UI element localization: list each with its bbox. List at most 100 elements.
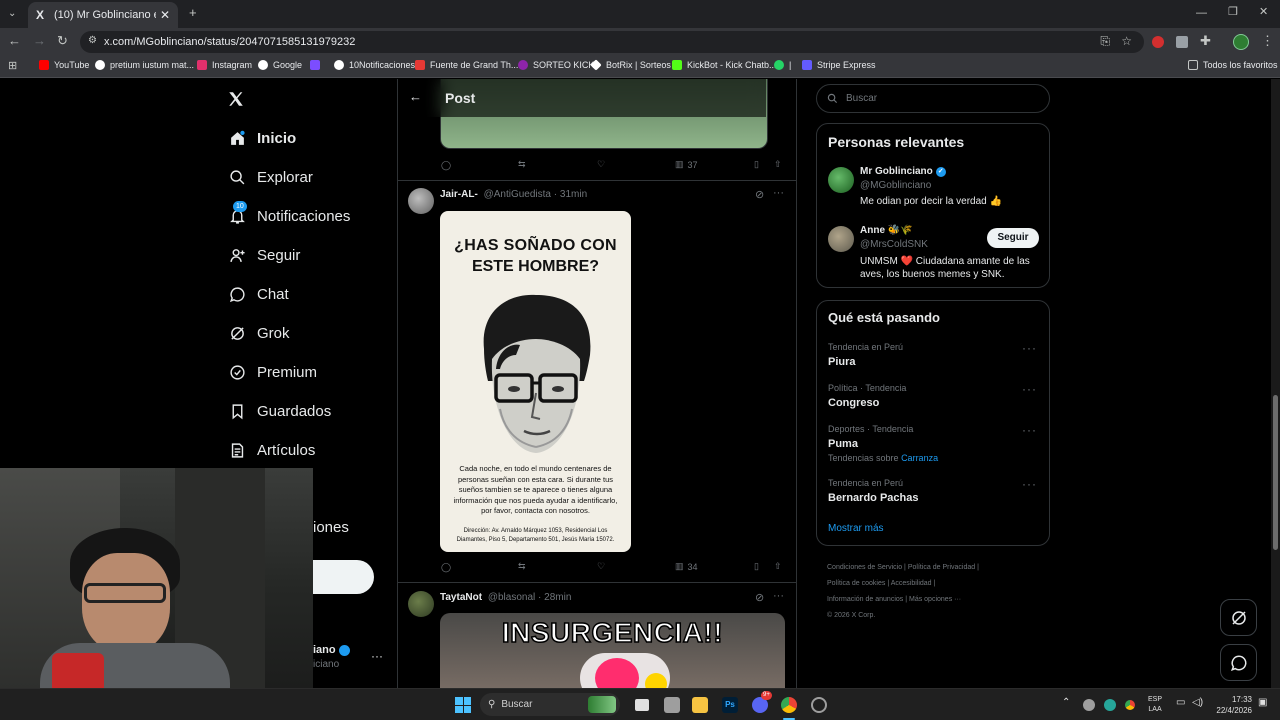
sidebar-item-notificaciones[interactable]: 10 Notificaciones: [228, 201, 350, 225]
bookmark-kickbot[interactable]: KickBot - Kick Chatb...: [672, 60, 777, 70]
forward-icon[interactable]: →: [33, 34, 46, 48]
footer-link[interactable]: Más opciones ···: [909, 596, 961, 603]
trend-related-link[interactable]: Carranza: [901, 453, 938, 463]
profile-avatar[interactable]: [1233, 34, 1249, 50]
address-bar[interactable]: ⚙ x.com/MGoblinciano/status/204707158513…: [80, 31, 1144, 53]
person-1-name[interactable]: Mr Goblinciano ✓: [860, 166, 946, 177]
tweet-1-time[interactable]: 31min: [560, 189, 587, 200]
prev-like-button[interactable]: ♡: [597, 159, 605, 170]
tab-search-icon[interactable]: ⌄: [8, 7, 16, 21]
star-icon[interactable]: ☆: [1121, 34, 1132, 48]
trend-item-puma[interactable]: Deportes · Tendencia Puma Tendencias sob…: [828, 424, 1040, 463]
window-close-icon[interactable]: ✕: [1259, 5, 1268, 19]
network-icon[interactable]: ▭: [1176, 697, 1185, 708]
tweet-2-media[interactable]: INSURGENCIA!!: [440, 613, 785, 688]
bookmark-grand-theft[interactable]: Fuente de Grand Th...: [415, 60, 518, 70]
app-icon[interactable]: [664, 697, 680, 713]
browser-menu-icon[interactable]: ⋮: [1261, 34, 1274, 48]
sidebar-item-seguir[interactable]: Seguir: [228, 246, 300, 264]
footer-link[interactable]: Accesibilidad: [891, 580, 932, 587]
minimize-icon[interactable]: —: [1196, 6, 1207, 20]
language-indicator[interactable]: ESP LAA: [1148, 695, 1162, 715]
follow-button[interactable]: Seguir: [987, 228, 1039, 248]
bookmark-botrix[interactable]: BotRix | Sorteos: [590, 59, 671, 71]
task-view-icon[interactable]: [635, 699, 649, 711]
trend-more-icon[interactable]: ···: [1022, 382, 1037, 396]
trend-more-icon[interactable]: ···: [1022, 341, 1037, 355]
sidebar-item-partial[interactable]: iones: [313, 519, 349, 536]
bookmark-stripe[interactable]: Stripe Express: [802, 60, 876, 70]
tray-browser-icon[interactable]: [1125, 700, 1135, 710]
tweet-1-poster-image[interactable]: ¿HAS SOÑADO CON ESTE HOMBRE? Cada noche,…: [440, 211, 631, 552]
extensions-puzzle-icon[interactable]: ✚: [1200, 34, 1211, 48]
grok-tweet-icon[interactable]: ⊘: [755, 188, 764, 201]
sidebar-item-chat[interactable]: Chat: [228, 285, 289, 303]
tray-chevron-icon[interactable]: ⌃: [1062, 697, 1070, 708]
chrome-icon[interactable]: [781, 697, 797, 713]
new-tab-icon[interactable]: +: [189, 6, 197, 20]
tweet-2-handle[interactable]: @blasonal: [488, 592, 535, 603]
footer-link[interactable]: Información de anuncios: [827, 596, 903, 603]
file-explorer-icon[interactable]: [692, 697, 708, 713]
profile-name[interactable]: iano: [313, 644, 350, 656]
person-1-handle[interactable]: @MGoblinciano: [860, 180, 931, 191]
search-box[interactable]: Buscar: [816, 84, 1050, 113]
trend-item-congreso[interactable]: Política · Tendencia Congreso: [828, 383, 1040, 409]
clock[interactable]: 17:33 22/4/2026: [1212, 694, 1252, 716]
trend-item-piura[interactable]: Tendencia en Perú Piura: [828, 342, 1040, 368]
notification-center-icon[interactable]: ▣: [1258, 697, 1267, 708]
x-logo-icon[interactable]: [227, 90, 245, 108]
app-red-icon[interactable]: [811, 697, 827, 713]
chat-floating-button[interactable]: [1220, 644, 1257, 681]
tweet-1-bookmark-button[interactable]: ▯: [754, 561, 759, 572]
prev-bookmark-button[interactable]: ▯: [754, 159, 759, 170]
tweet-1-like-button[interactable]: ♡: [597, 561, 605, 572]
page-scrollbar[interactable]: [1271, 79, 1280, 688]
tweet-1-views[interactable]: ▥ 34: [675, 561, 698, 572]
apps-grid-icon[interactable]: ⊞: [8, 59, 17, 73]
tray-cloud-icon[interactable]: [1083, 699, 1095, 711]
site-info-icon[interactable]: ⚙: [88, 35, 97, 46]
bookmark-youtube[interactable]: YouTube: [39, 60, 89, 70]
tweet-2-author[interactable]: TaytaNot: [440, 592, 482, 603]
tray-app-icon[interactable]: [1104, 699, 1116, 711]
grok-tweet-icon[interactable]: ⊘: [755, 591, 764, 604]
reload-icon[interactable]: ↻: [57, 34, 68, 48]
tweet-1-avatar[interactable]: [408, 188, 434, 214]
bookmark-10notificaciones[interactable]: 10Notificaciones: [334, 60, 415, 70]
profile-more-icon[interactable]: ···: [371, 649, 383, 663]
footer-link[interactable]: Política de Privacidad: [908, 564, 975, 571]
footer-link[interactable]: Condiciones de Servicio: [827, 564, 902, 571]
bookmark-unnamed[interactable]: [310, 60, 325, 70]
close-tab-icon[interactable]: ✕: [160, 8, 170, 22]
back-arrow-icon[interactable]: ←: [409, 89, 422, 104]
restore-icon[interactable]: ❐: [1228, 5, 1238, 19]
prev-views[interactable]: ▥ 37: [675, 159, 698, 170]
sidebar-item-grok[interactable]: Grok: [228, 324, 290, 342]
tweet-2-more-icon[interactable]: ···: [773, 590, 784, 602]
sidebar-item-explorar[interactable]: Explorar: [228, 168, 313, 186]
discord-icon[interactable]: 9+: [752, 691, 772, 713]
tweet-1-more-icon[interactable]: ···: [773, 187, 784, 199]
prev-reply-button[interactable]: ◯: [441, 160, 451, 171]
tweet-1-reply-button[interactable]: ◯: [441, 562, 451, 573]
taskbar-search[interactable]: ⚲ Buscar: [480, 693, 620, 716]
person-2-name[interactable]: Anne 🐝🌾: [860, 225, 913, 236]
sidebar-item-guardados[interactable]: Guardados: [228, 402, 331, 420]
back-icon[interactable]: ←: [8, 34, 21, 48]
trend-more-icon[interactable]: ···: [1022, 423, 1037, 437]
tweet-2-avatar[interactable]: [408, 591, 434, 617]
grok-floating-button[interactable]: [1220, 599, 1257, 636]
tweet-1-author[interactable]: Jair-AL-: [440, 189, 478, 200]
tweet-1-share-button[interactable]: ⇧: [774, 561, 782, 572]
bookmark-google[interactable]: Google: [258, 60, 302, 70]
volume-icon[interactable]: ◁): [1192, 697, 1203, 708]
footer-link[interactable]: Política de cookies: [827, 580, 885, 587]
bookmark-pretium[interactable]: pretium iustum mat...: [95, 60, 194, 70]
install-icon[interactable]: ⎘: [1100, 34, 1110, 49]
trend-item-bernardo-pachas[interactable]: Tendencia en Perú Bernardo Pachas: [828, 478, 1040, 504]
sidebar-item-inicio[interactable]: Inicio: [228, 129, 296, 147]
person-1-avatar[interactable]: [828, 167, 854, 193]
bookmark-instagram[interactable]: Instagram: [197, 60, 252, 70]
bookmark-whatsapp[interactable]: |: [774, 60, 791, 70]
